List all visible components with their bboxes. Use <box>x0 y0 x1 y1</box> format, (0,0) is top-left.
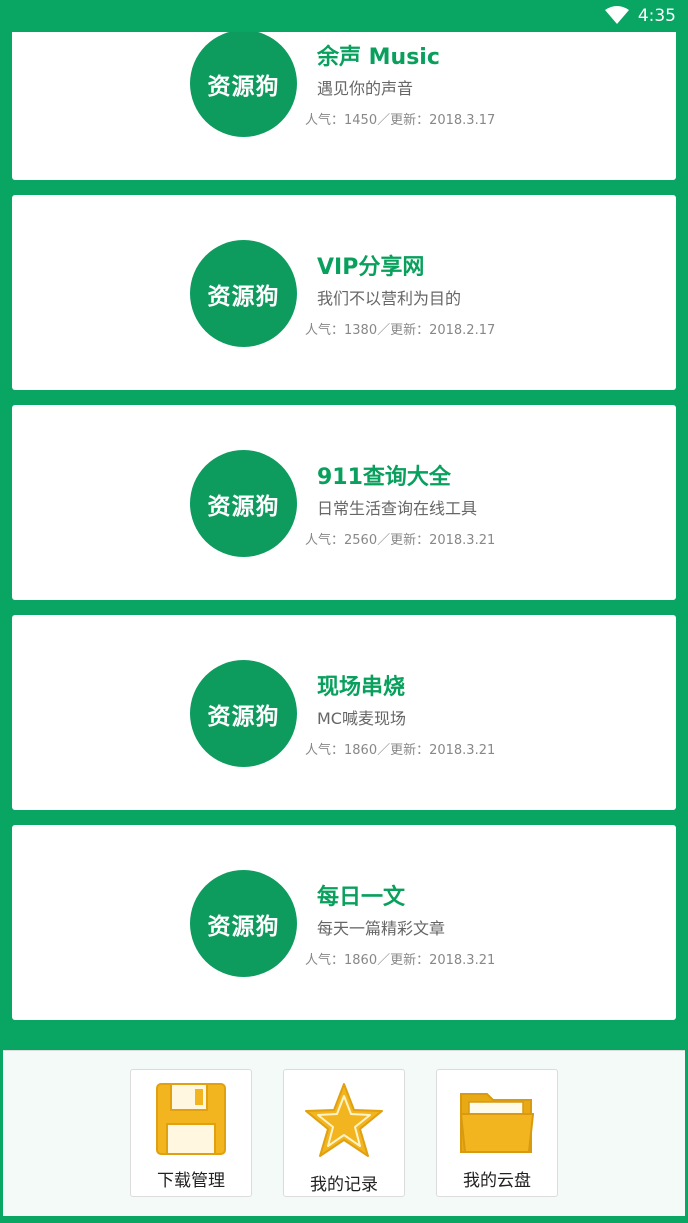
bottom-action-bar: 下载管理 我的记录 我的云盘 <box>3 1050 685 1216</box>
avatar: 资源狗 <box>190 450 297 557</box>
my-records-button[interactable]: 我的记录 <box>283 1069 405 1197</box>
resource-card[interactable]: 资源狗 VIP分享网 我们不以营利为目的 人气：1380／更新：2018.2.1… <box>12 195 676 390</box>
avatar: 资源狗 <box>190 870 297 977</box>
floppy-disk-icon <box>156 1083 226 1155</box>
star-icon <box>305 1083 383 1157</box>
status-bar: 4:35 <box>0 0 688 32</box>
resource-title: 911查询大全 <box>317 465 451 490</box>
status-time: 4:35 <box>637 6 676 26</box>
resource-title: 现场串烧 <box>317 675 406 700</box>
resource-title: 每日一文 <box>317 885 406 910</box>
resource-description: 遇见你的声音 <box>317 79 414 98</box>
tab-label: 下载管理 <box>157 1171 225 1191</box>
tab-label: 我的云盘 <box>463 1171 531 1191</box>
resource-meta: 人气：1860／更新：2018.3.21 <box>305 743 496 758</box>
resource-description: 每天一篇精彩文章 <box>317 919 446 938</box>
resource-meta: 人气：1860／更新：2018.3.21 <box>305 953 496 968</box>
avatar: 资源狗 <box>190 240 297 347</box>
my-cloud-button[interactable]: 我的云盘 <box>436 1069 558 1197</box>
download-manager-button[interactable]: 下载管理 <box>130 1069 252 1197</box>
resource-card[interactable]: 资源狗 现场串烧 MC喊麦现场 人气：1860／更新：2018.3.21 <box>12 615 676 810</box>
wifi-icon <box>605 6 629 24</box>
avatar: 资源狗 <box>190 30 297 137</box>
folder-icon <box>459 1093 535 1153</box>
resource-description: MC喊麦现场 <box>317 709 406 728</box>
resource-description: 日常生活查询在线工具 <box>317 499 478 518</box>
resource-meta: 人气：2560／更新：2018.3.21 <box>305 533 496 548</box>
tab-label: 我的记录 <box>310 1175 378 1195</box>
resource-card[interactable]: 资源狗 911查询大全 日常生活查询在线工具 人气：2560／更新：2018.3… <box>12 405 676 600</box>
resource-title: 余声 Music <box>317 45 440 70</box>
avatar: 资源狗 <box>190 660 297 767</box>
resource-meta: 人气：1450／更新：2018.3.17 <box>305 113 496 128</box>
resource-card[interactable]: 资源狗 每日一文 每天一篇精彩文章 人气：1860／更新：2018.3.21 <box>12 825 676 1020</box>
resource-description: 我们不以营利为目的 <box>317 289 462 308</box>
resource-meta: 人气：1380／更新：2018.2.17 <box>305 323 496 338</box>
resource-list[interactable]: 资源狗 余声 Music 遇见你的声音 人气：1450／更新：2018.3.17… <box>0 0 688 1040</box>
resource-title: VIP分享网 <box>317 255 425 280</box>
